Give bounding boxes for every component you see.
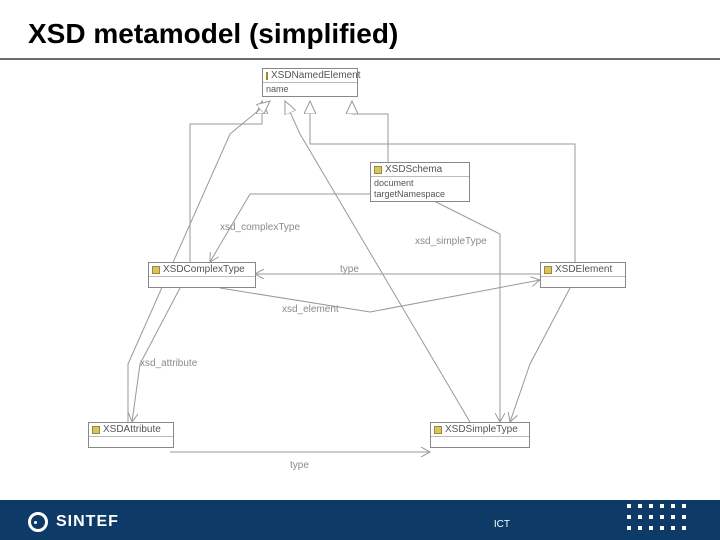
diagram-canvas: XSDNamedElement name XSDSchema document … <box>70 64 670 484</box>
footer-dots-icon <box>627 504 690 534</box>
class-icon <box>544 266 552 274</box>
label-xsd-element: xsd_element <box>282 304 339 315</box>
class-attr: name <box>263 83 357 96</box>
class-name: XSDSimpleType <box>445 424 518 435</box>
footer-bar: SINTEF ICT <box>0 500 720 540</box>
class-name: XSDSchema <box>385 164 442 175</box>
class-attr <box>149 277 255 287</box>
class-xsdattribute: XSDAttribute <box>88 422 174 448</box>
slide: XSD metamodel (simplified) <box>0 0 720 540</box>
class-attr: targetNamespace <box>374 189 466 200</box>
brand-logo: SINTEF <box>28 512 119 532</box>
class-xsdnamedelement: XSDNamedElement name <box>262 68 358 97</box>
class-name: XSDAttribute <box>103 424 161 435</box>
class-attr: document <box>374 178 466 189</box>
class-name: XSDNamedElement <box>271 70 360 81</box>
class-icon <box>374 166 382 174</box>
label-xsd-simpletype: xsd_simpleType <box>415 236 487 247</box>
label-type-top: type <box>340 264 359 275</box>
brand-text: SINTEF <box>56 513 119 531</box>
class-name: XSDComplexType <box>163 264 245 275</box>
class-xsdcomplextype: XSDComplexType <box>148 262 256 288</box>
class-icon <box>434 426 442 434</box>
class-xsdsimpletype: XSDSimpleType <box>430 422 530 448</box>
class-attr <box>89 437 173 447</box>
class-icon <box>152 266 160 274</box>
logo-icon <box>28 512 48 532</box>
class-xsdschema: XSDSchema document targetNamespace <box>370 162 470 202</box>
footer-label: ICT <box>494 519 510 530</box>
label-xsd-complextype: xsd_complexType <box>220 222 300 233</box>
class-xsdelement: XSDElement <box>540 262 626 288</box>
class-attr <box>541 277 625 287</box>
label-type-bottom: type <box>290 460 309 471</box>
class-icon <box>92 426 100 434</box>
label-xsd-attribute: xsd_attribute <box>140 358 197 369</box>
page-title: XSD metamodel (simplified) <box>28 18 398 50</box>
class-icon <box>266 72 268 80</box>
class-attr <box>431 437 529 447</box>
title-divider <box>0 58 720 60</box>
class-name: XSDElement <box>555 264 612 275</box>
